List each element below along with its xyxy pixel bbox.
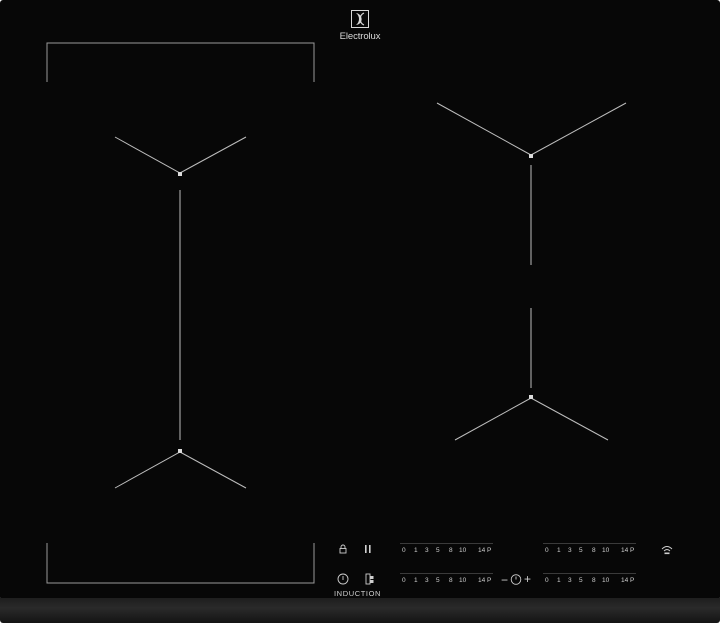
slider-tick: 8 — [592, 547, 596, 554]
pause-icon[interactable] — [363, 544, 373, 554]
slider-tick: 0 — [402, 577, 406, 584]
slider-tick: 14 — [478, 547, 486, 554]
power-icon[interactable] — [337, 573, 349, 585]
right-zone-bottom-marker — [454, 397, 609, 441]
right-zone-top-marker — [436, 102, 627, 156]
slider-tick: 3 — [568, 547, 572, 554]
right-zone-bottom-dot — [529, 395, 533, 399]
timer-icon[interactable] — [510, 573, 522, 585]
lock-icon[interactable] — [338, 544, 348, 554]
slider-tick: P — [630, 577, 635, 584]
slider-tick: 3 — [425, 547, 429, 554]
brand-name: Electrolux — [339, 31, 381, 42]
slider-tick: 1 — [414, 547, 418, 554]
wifi-icon[interactable] — [661, 545, 673, 555]
slider-tick: 8 — [449, 577, 453, 584]
slider-tick: 5 — [436, 577, 440, 584]
left-zone-marker-top — [114, 136, 247, 174]
power-slider-zone-1[interactable]: 0 1 3 5 8 10 14 P — [400, 543, 493, 559]
left-zone-dot-top — [178, 172, 182, 176]
slider-tick: 0 — [545, 577, 549, 584]
slider-tick: 14 — [621, 547, 629, 554]
slider-tick: P — [630, 547, 635, 554]
slider-tick: 3 — [425, 577, 429, 584]
slider-tick: 10 — [459, 547, 467, 554]
slider-track — [543, 543, 636, 544]
induction-label: INDUCTION — [334, 589, 382, 598]
bridge-icon[interactable] — [365, 573, 375, 585]
slider-tick: 5 — [579, 547, 583, 554]
slider-tick: 14 — [621, 577, 629, 584]
right-zone-top-dot — [529, 154, 533, 158]
slider-tick: 1 — [557, 547, 561, 554]
power-slider-zone-4[interactable]: 0 1 3 5 8 10 14 P — [543, 573, 636, 589]
slider-track — [400, 543, 493, 544]
slider-tick: P — [487, 577, 492, 584]
cooktop-frame — [0, 598, 720, 623]
left-zone-marker-bottom — [114, 451, 247, 489]
slider-tick: P — [487, 547, 492, 554]
slider-tick: 10 — [459, 577, 467, 584]
slider-track — [400, 573, 493, 574]
slider-tick: 10 — [602, 577, 610, 584]
timer-minus-button[interactable]: − — [501, 574, 508, 586]
cooking-zone-markings — [46, 42, 627, 584]
slider-tick: 8 — [449, 547, 453, 554]
left-zone-dot-bottom — [178, 449, 182, 453]
slider-tick: 5 — [436, 547, 440, 554]
electrolux-logo-icon — [351, 10, 369, 28]
power-slider-zone-2[interactable]: 0 1 3 5 8 10 14 P — [543, 543, 636, 559]
slider-tick: 1 — [557, 577, 561, 584]
slider-tick: 10 — [602, 547, 610, 554]
left-zone-corner-top — [46, 42, 315, 82]
slider-tick: 14 — [478, 577, 486, 584]
slider-tick: 0 — [402, 547, 406, 554]
left-zone-corner-bottom — [46, 543, 315, 584]
timer-plus-button[interactable]: + — [524, 573, 531, 585]
brand-logo: Electrolux — [330, 10, 390, 50]
slider-tick: 8 — [592, 577, 596, 584]
slider-tick: 1 — [414, 577, 418, 584]
slider-tick: 5 — [579, 577, 583, 584]
slider-tick: 3 — [568, 577, 572, 584]
power-slider-zone-3[interactable]: 0 1 3 5 8 10 14 P — [400, 573, 493, 589]
slider-tick: 0 — [545, 547, 549, 554]
slider-track — [543, 573, 636, 574]
